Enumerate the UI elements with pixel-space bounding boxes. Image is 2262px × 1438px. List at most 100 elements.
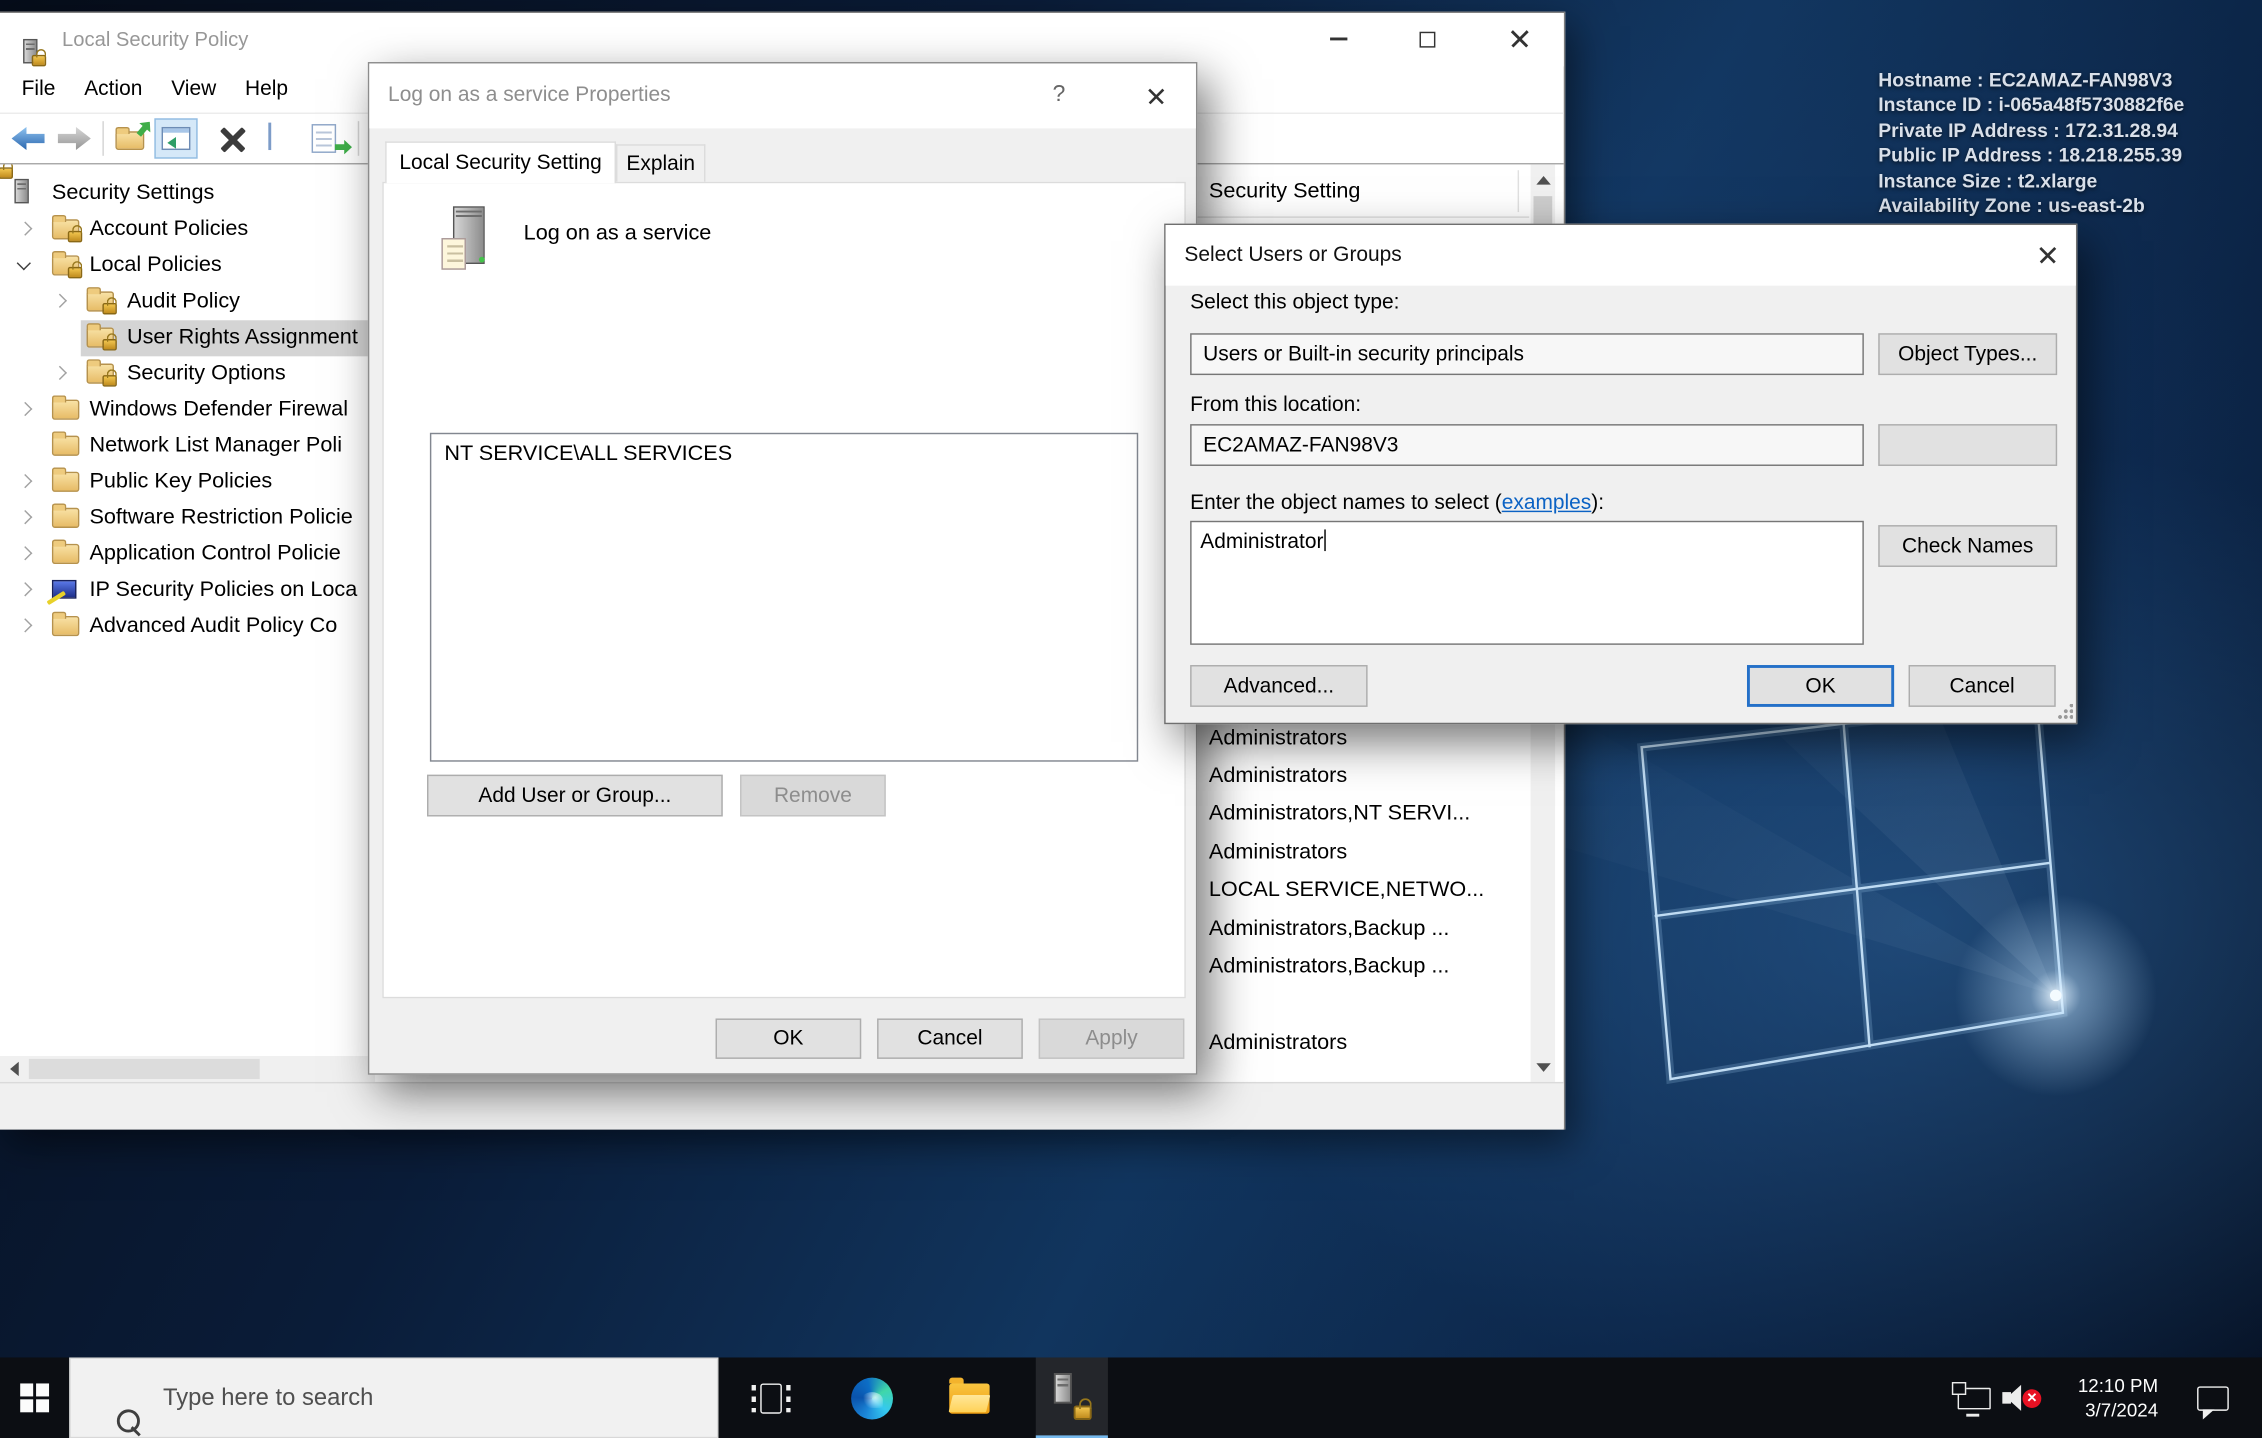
tree-item-account-policies[interactable]: Account Policies [0, 212, 374, 248]
members-listbox[interactable]: NT SERVICE\ALL SERVICES [430, 433, 1138, 762]
tree-item-advanced-audit-policy[interactable]: Advanced Audit Policy Co [0, 609, 374, 645]
tree-item-ip-security-policies[interactable]: IP Security Policies on Loca [0, 573, 374, 609]
local-security-policy-taskbar-button[interactable] [1036, 1357, 1108, 1438]
object-types-button[interactable]: Object Types... [1878, 333, 2057, 375]
tab-explain[interactable]: Explain [616, 144, 705, 182]
menu-help[interactable]: Help [231, 66, 303, 114]
tab-local-security-setting[interactable]: Local Security Setting [385, 141, 616, 183]
ok-button[interactable]: OK [1747, 665, 1894, 707]
up-one-level-icon[interactable] [115, 123, 150, 155]
menu-action[interactable]: Action [70, 66, 157, 114]
tree-item-user-rights-assignment[interactable]: User Rights Assignment [0, 320, 374, 356]
folder-lock-icon [52, 219, 79, 239]
dialog-title: Log on as a service Properties [388, 84, 671, 107]
object-type-label: Select this object type: [1190, 291, 1399, 314]
chevron-right-icon[interactable] [18, 402, 32, 416]
tree-item-audit-policy[interactable]: Audit Policy [0, 284, 374, 320]
chevron-right-icon[interactable] [18, 618, 32, 632]
close-button[interactable] [2017, 225, 2078, 284]
object-names-textarea[interactable]: Administrator [1190, 521, 1864, 645]
start-button[interactable] [0, 1357, 69, 1438]
edge-button[interactable] [840, 1357, 903, 1438]
chevron-right-icon[interactable] [18, 474, 32, 488]
tree-item-software-restriction[interactable]: Software Restriction Policie [0, 501, 374, 537]
export-list-icon[interactable] [312, 124, 350, 154]
search-box[interactable]: Type here to search [69, 1357, 718, 1438]
dialog-title: Select Users or Groups [1184, 244, 1401, 267]
ipsec-monitor-key-icon [52, 580, 77, 599]
tree-item-public-key-policies[interactable]: Public Key Policies [0, 465, 374, 501]
search-icon [117, 1409, 146, 1438]
window-titlebar[interactable]: Local Security Policy [0, 13, 1564, 66]
properties-icon[interactable] [268, 123, 271, 150]
tree-item-application-control[interactable]: Application Control Policie [0, 537, 374, 573]
file-explorer-icon [949, 1383, 989, 1413]
tree-item-security-options[interactable]: Security Options [0, 356, 374, 392]
list-item[interactable]: Administrators [1209, 840, 1347, 865]
search-placeholder: Type here to search [163, 1385, 373, 1412]
help-button[interactable]: ? [1030, 63, 1088, 126]
chevron-right-icon[interactable] [18, 510, 32, 524]
chevron-down-icon[interactable] [17, 256, 31, 270]
cancel-button[interactable]: Cancel [1909, 665, 2056, 707]
list-item[interactable]: Administrators [1209, 763, 1347, 788]
tree-item-local-policies[interactable]: Local Policies [0, 248, 374, 284]
scroll-down-button[interactable] [1531, 1055, 1556, 1080]
horizontal-scrollbar[interactable] [0, 1056, 375, 1082]
column-divider[interactable] [1518, 170, 1519, 212]
locations-button[interactable] [1878, 424, 2057, 466]
remove-button[interactable]: Remove [740, 775, 886, 817]
member-item[interactable]: NT SERVICE\ALL SERVICES [444, 441, 732, 466]
chevron-right-icon[interactable] [18, 582, 32, 596]
menu-view[interactable]: View [157, 66, 231, 114]
chevron-right-icon[interactable] [53, 294, 67, 308]
close-button[interactable] [1125, 63, 1186, 126]
instance-info: Hostname : EC2AMAZ-FAN98V3 Instance ID :… [1878, 68, 2184, 219]
minimize-button[interactable] [1306, 13, 1372, 65]
list-item[interactable]: LOCAL SERVICE,NETWO... [1209, 877, 1484, 902]
list-item[interactable]: Administrators [1209, 1030, 1347, 1055]
scroll-left-button[interactable] [3, 1056, 26, 1082]
apply-button[interactable]: Apply [1039, 1018, 1185, 1058]
object-type-field[interactable]: Users or Built-in security principals [1190, 333, 1864, 375]
list-item[interactable]: Administrators,Backup ... [1209, 954, 1450, 979]
scrollbar-thumb[interactable] [29, 1059, 260, 1079]
add-user-or-group-button[interactable]: Add User or Group... [427, 775, 723, 817]
advanced-button[interactable]: Advanced... [1190, 665, 1367, 707]
show-console-tree-icon[interactable] [154, 118, 197, 158]
maximize-button[interactable] [1394, 13, 1460, 65]
scroll-up-button[interactable] [1531, 167, 1556, 192]
forward-icon[interactable] [58, 127, 91, 150]
tree-item-network-list-manager[interactable]: Network List Manager Poli [0, 428, 374, 464]
tree-item-windows-defender-firewall[interactable]: Windows Defender Firewal [0, 392, 374, 428]
cancel-button[interactable]: Cancel [877, 1018, 1023, 1058]
clock[interactable]: 12:10 PM 3/7/2024 [2048, 1357, 2158, 1438]
action-center-button[interactable] [2181, 1357, 2244, 1438]
resize-grip[interactable] [2057, 704, 2073, 720]
tree-item-security-settings[interactable]: Security Settings [0, 176, 374, 212]
dialog-titlebar[interactable]: Select Users or Groups [1166, 225, 2076, 286]
list-item[interactable]: Administrators [1209, 726, 1347, 751]
column-header-security-setting[interactable]: Security Setting [1209, 179, 1361, 204]
location-field[interactable]: EC2AMAZ-FAN98V3 [1190, 424, 1864, 466]
close-button[interactable] [1486, 13, 1552, 65]
window-title: Local Security Policy [62, 27, 248, 50]
network-tray-icon[interactable] [1945, 1357, 2003, 1438]
policy-icon-paper [441, 238, 466, 270]
dialog-titlebar[interactable]: Log on as a service Properties ? [369, 63, 1196, 128]
menu-file[interactable]: File [7, 66, 70, 114]
close-icon [1508, 28, 1530, 50]
volume-tray-icon[interactable]: ✕ [1997, 1357, 2046, 1438]
chevron-right-icon[interactable] [18, 546, 32, 560]
list-item[interactable]: Administrators,NT SERVI... [1209, 801, 1470, 826]
file-explorer-button[interactable] [938, 1357, 1001, 1438]
list-item[interactable]: Administrators,Backup ... [1209, 916, 1450, 941]
chevron-right-icon[interactable] [18, 222, 32, 236]
back-icon[interactable] [12, 127, 45, 150]
check-names-button[interactable]: Check Names [1878, 525, 2057, 567]
examples-link[interactable]: examples [1502, 492, 1592, 515]
location-value: EC2AMAZ-FAN98V3 [1203, 434, 1398, 457]
ok-button[interactable]: OK [716, 1018, 862, 1058]
task-view-button[interactable] [739, 1357, 802, 1438]
chevron-right-icon[interactable] [53, 366, 67, 380]
